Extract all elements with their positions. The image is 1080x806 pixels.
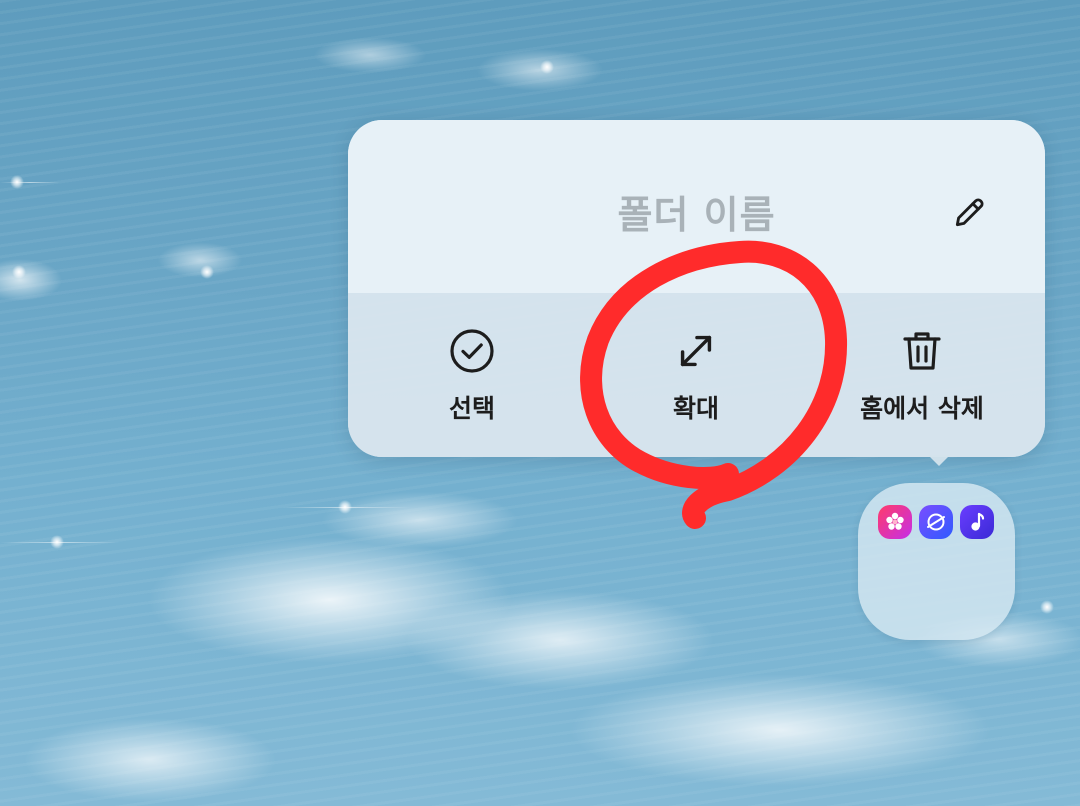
- trash-icon: [903, 332, 941, 370]
- select-button[interactable]: 선택: [356, 293, 588, 457]
- remove-from-home-label: 홈에서 삭제: [860, 394, 984, 423]
- folder-icon[interactable]: [858, 483, 1015, 640]
- sparkle-decoration: [0, 542, 120, 543]
- sparkle-decoration: [0, 182, 60, 183]
- expand-label: 확대: [672, 394, 719, 423]
- pencil-icon: [955, 198, 984, 227]
- remove-from-home-button[interactable]: 홈에서 삭제: [806, 293, 1038, 457]
- check-circle-icon: [450, 329, 494, 373]
- expand-button[interactable]: 확대: [580, 293, 812, 457]
- folder-popup: 폴더 이름 선택 확대 홈에서 삭제: [348, 120, 1045, 457]
- sparkle-decoration: [1040, 600, 1054, 614]
- sparkle-decoration: [200, 265, 214, 279]
- gallery-app-icon: [878, 505, 912, 539]
- folder-actions: 선택 확대 홈에서 삭제: [348, 293, 1045, 457]
- folder-name-input[interactable]: 폴더 이름: [348, 184, 1045, 239]
- folder-popup-header: 폴더 이름: [348, 120, 1045, 293]
- music-app-icon: [960, 505, 994, 539]
- sparkle-decoration: [280, 507, 410, 508]
- edit-folder-name-button[interactable]: [944, 186, 996, 238]
- sparkle-decoration: [540, 60, 554, 74]
- sparkle-decoration: [12, 265, 26, 279]
- popup-pointer: [928, 455, 950, 466]
- expand-arrows-icon: [680, 335, 712, 367]
- internet-app-icon: [919, 505, 953, 539]
- select-label: 선택: [448, 394, 495, 423]
